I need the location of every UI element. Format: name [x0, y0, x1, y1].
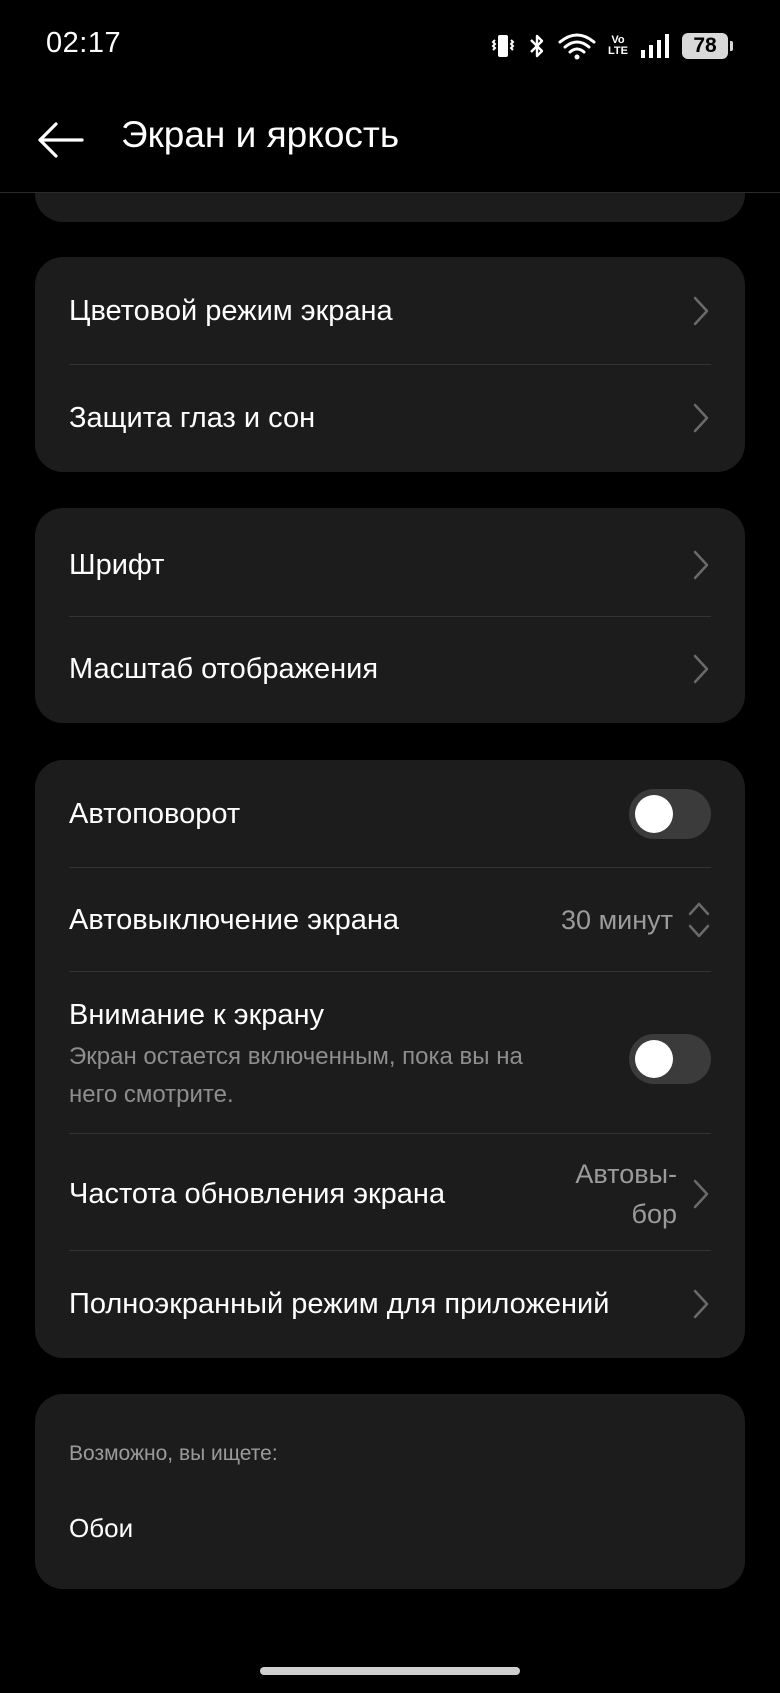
battery-icon: 78 — [682, 33, 733, 59]
refresh-rate-value-line2: бор — [631, 1199, 678, 1229]
divider — [69, 616, 711, 617]
auto-rotate-row: Автоповорот — [69, 784, 711, 844]
chevron-right-icon — [691, 294, 711, 328]
home-indicator[interactable] — [260, 1667, 520, 1675]
chevron-right-icon — [691, 548, 711, 582]
eye-protection-row[interactable]: Защита глаз и сон — [69, 386, 711, 450]
screen-attention-description-line2: него смотрите. — [69, 1081, 234, 1108]
suggestions-heading: Возможно, вы ищете: — [69, 1442, 278, 1465]
screen-attention-text: Внимание к экрану Экран остается включен… — [69, 992, 523, 1114]
wallpaper-suggestion-label: Обои — [69, 1512, 134, 1543]
suggestions-card: Возможно, вы ищете: Обои — [35, 1394, 745, 1589]
wifi-icon — [558, 32, 596, 60]
app-header: Экран и яркость — [0, 90, 780, 193]
divider — [69, 1133, 711, 1134]
refresh-rate-value-line1: Автовы- — [575, 1159, 677, 1189]
font-settings-card: Шрифт Масштаб отображения — [35, 508, 745, 723]
refresh-rate-row[interactable]: Частота обновления экрана Автовы- бор — [69, 1154, 711, 1234]
color-mode-row[interactable]: Цветовой режим экрана — [69, 279, 711, 343]
font-label: Шрифт — [69, 548, 165, 581]
fullscreen-apps-row[interactable]: Полноэкранный режим для приложений — [69, 1272, 711, 1336]
screen-attention-label: Внимание к экрану — [69, 999, 325, 1031]
back-arrow-icon — [38, 122, 84, 158]
auto-rotate-label: Автоповорот — [69, 797, 241, 830]
signal-icon — [640, 33, 670, 59]
back-button[interactable] — [32, 112, 88, 168]
display-scale-row[interactable]: Масштаб отображения — [69, 637, 711, 701]
fullscreen-apps-label: Полноэкранный режим для приложений — [69, 1287, 610, 1320]
toggle-knob — [635, 795, 673, 833]
screen-timeout-label: Автовыключение экрана — [69, 903, 400, 936]
chevron-right-icon — [691, 1177, 711, 1211]
font-row[interactable]: Шрифт — [69, 533, 711, 597]
wallpaper-suggestion-row[interactable]: Обои — [69, 1498, 711, 1558]
volte-icon: Vo LTE — [608, 35, 628, 57]
divider — [69, 971, 711, 972]
screen-attention-description-line1: Экран остается включенным, пока вы на — [69, 1043, 523, 1070]
toggle-knob — [635, 1040, 673, 1078]
eye-protection-label: Защита глаз и сон — [69, 401, 316, 434]
screen-timeout-value: 30 минут — [561, 904, 673, 935]
bluetooth-icon — [528, 32, 546, 60]
screen-attention-toggle[interactable] — [629, 1034, 711, 1084]
battery-level: 78 — [693, 34, 717, 57]
status-time: 02:17 — [46, 27, 122, 59]
divider — [69, 364, 711, 365]
status-bar: 02:17 Vo LTE 78 — [0, 0, 780, 90]
divider — [69, 1250, 711, 1251]
screen-attention-row: Внимание к экрану Экран остается включен… — [69, 992, 711, 1140]
refresh-rate-value: Автовы- бор — [575, 1154, 677, 1234]
display-scale-label: Масштаб отображения — [69, 652, 379, 685]
status-icons: Vo LTE 78 — [490, 30, 733, 62]
up-down-chevron-icon — [687, 900, 711, 945]
refresh-rate-label: Частота обновления экрана — [69, 1177, 446, 1210]
vibrate-icon — [490, 32, 516, 60]
chevron-right-icon — [691, 652, 711, 686]
screen-timeout-row[interactable]: Автовыключение экрана 30 минут — [69, 888, 711, 952]
color-settings-card: Цветовой режим экрана Защита глаз и сон — [35, 257, 745, 472]
auto-rotate-toggle[interactable] — [629, 789, 711, 839]
chevron-right-icon — [691, 401, 711, 435]
volte-bottom-text: LTE — [608, 45, 628, 57]
page-title: Экран и яркость — [121, 114, 400, 155]
divider — [69, 867, 711, 868]
screen-settings-card: Автоповорот Автовыключение экрана 30 мин… — [35, 760, 745, 1358]
color-mode-label: Цветовой режим экрана — [69, 294, 393, 327]
chevron-right-icon — [691, 1287, 711, 1321]
